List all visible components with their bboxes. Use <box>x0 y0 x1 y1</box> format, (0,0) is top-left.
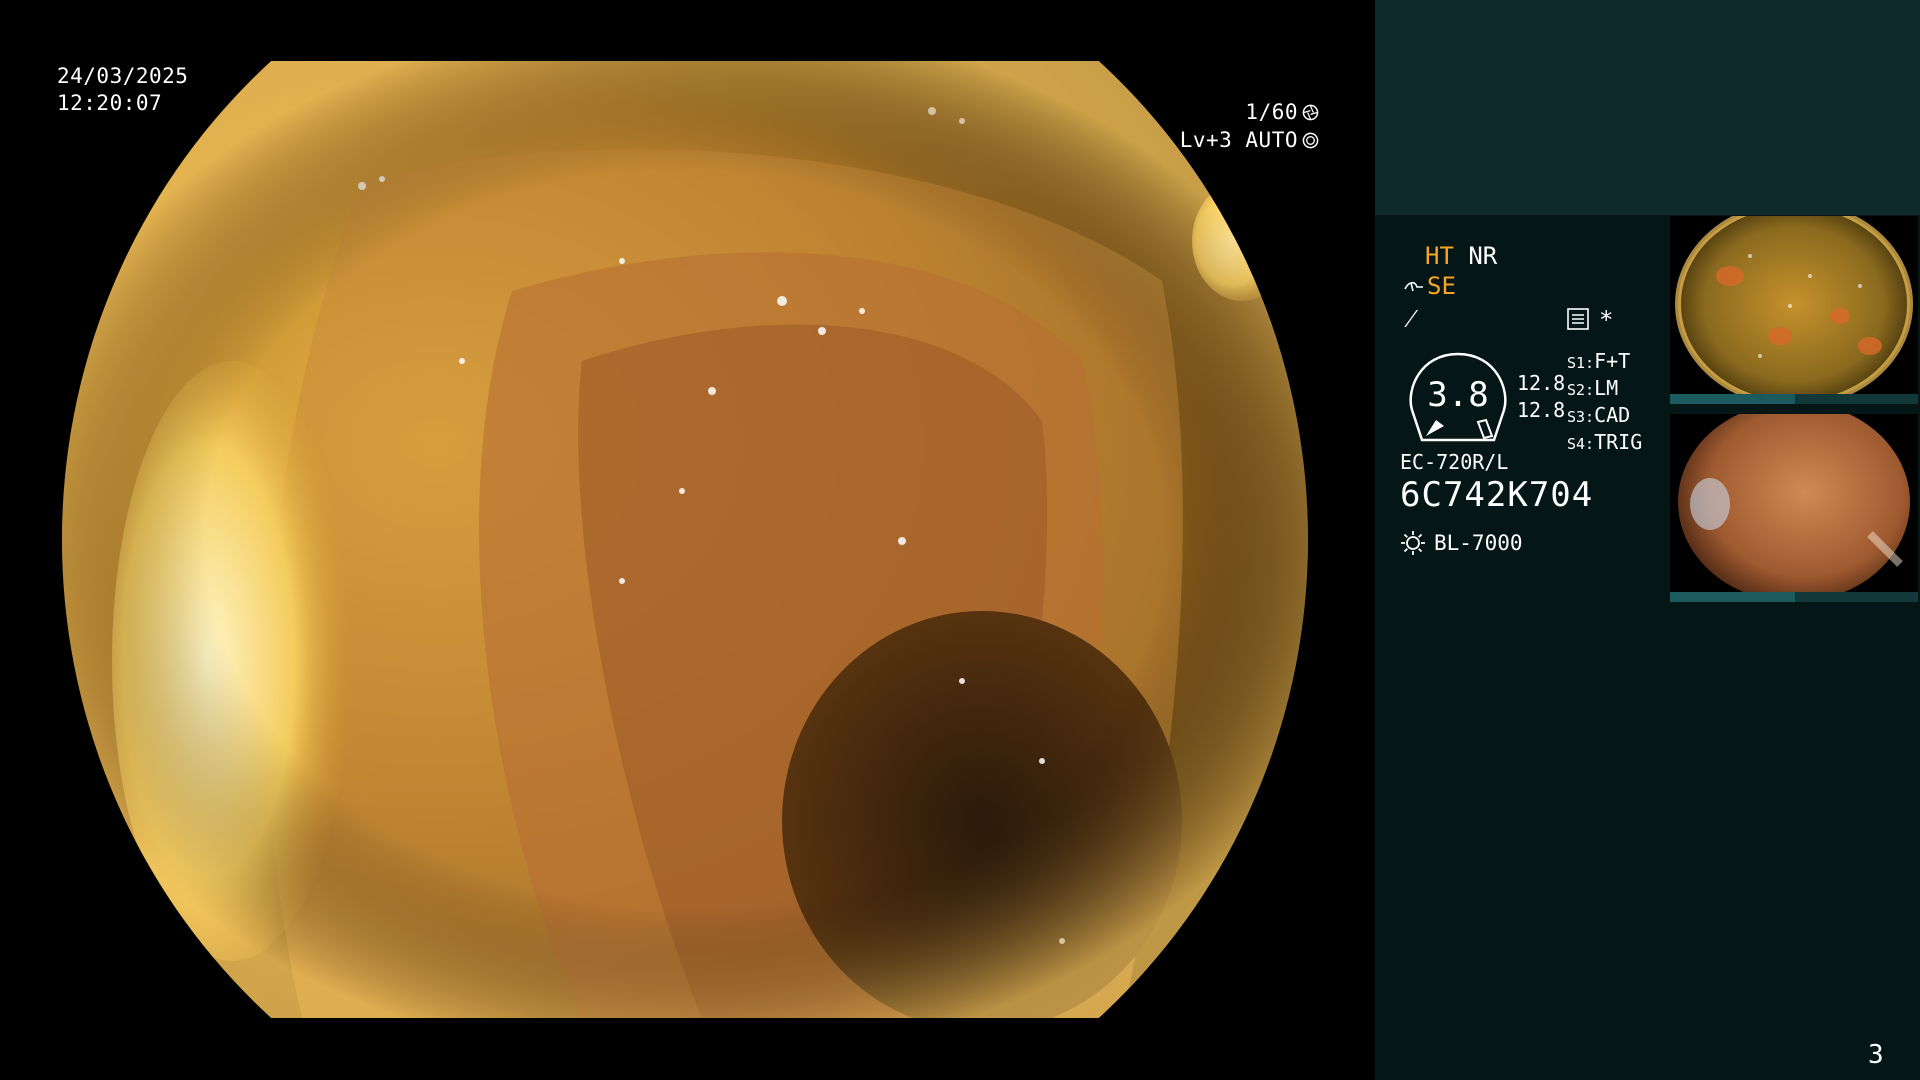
sun-icon <box>1401 531 1425 555</box>
level-text: Lv+3 AUTO <box>1179 127 1298 152</box>
nr-indicator: NR <box>1468 242 1498 270</box>
gauge-side-value-1: 12.8 <box>1517 371 1566 395</box>
ht-nr-row: HT NR <box>1425 242 1497 270</box>
side-panel-header-area <box>1375 0 1920 215</box>
exposure-readout: 1/60 Lv+3 AUTO <box>1019 98 1319 154</box>
switch-assignment-list: S1:F+T S2:LM S3:CAD S4:TRIG <box>1567 349 1642 457</box>
asterisk-indicator: * <box>1599 306 1614 334</box>
switch-item: S1:F+T <box>1567 349 1631 373</box>
switch-item: S3:CAD <box>1567 403 1631 427</box>
scope-serial: 6C742K704 <box>1400 475 1594 515</box>
target-icon <box>1302 132 1319 148</box>
gauge-value: 3.8 <box>1427 375 1489 415</box>
time-text: 12:20:07 <box>57 91 163 115</box>
page-number: 3 <box>1868 1040 1884 1070</box>
ht-indicator: HT <box>1425 242 1454 270</box>
datetime-readout: 24/03/2025 12:20:07 <box>57 63 188 117</box>
thumbnail-image-1 <box>1670 216 1918 404</box>
light-source-text: BL-7000 <box>1434 531 1523 555</box>
endoscope-main-view: 24/03/2025 12:20:07 1/60 Lv+3 AUTO <box>0 0 1375 1080</box>
gauge-side-values: 12.8 12.8 <box>1517 370 1565 424</box>
date-text: 24/03/2025 <box>57 64 189 88</box>
scope-model: EC-720R/L <box>1400 450 1509 474</box>
gauge-side-value-2: 12.8 <box>1517 398 1566 422</box>
aperture-icon <box>1302 104 1319 120</box>
scope-angle-icon <box>1404 281 1423 292</box>
thumbnail-capture-2[interactable] <box>1670 414 1918 602</box>
light-source-row: BL-7000 <box>1400 530 1523 556</box>
thumbnail-capture-1[interactable] <box>1670 216 1918 404</box>
thumbnail-status-bar-2 <box>1670 592 1918 602</box>
switch-item: S2:LM <box>1567 376 1619 400</box>
shutter-text: 1/60 <box>1245 99 1298 124</box>
endoscopic-image-art <box>62 61 1308 1018</box>
se-row: SE <box>1403 272 1456 300</box>
se-indicator: SE <box>1427 272 1456 300</box>
thumbnail-image-2 <box>1670 414 1918 602</box>
f-symbol: ⁄ <box>1403 304 1419 334</box>
menu-icon <box>1567 308 1589 330</box>
endoscopic-image <box>62 61 1308 1018</box>
switch-item: S4:TRIG <box>1567 430 1643 454</box>
thumbnail-status-bar-1 <box>1670 394 1918 404</box>
